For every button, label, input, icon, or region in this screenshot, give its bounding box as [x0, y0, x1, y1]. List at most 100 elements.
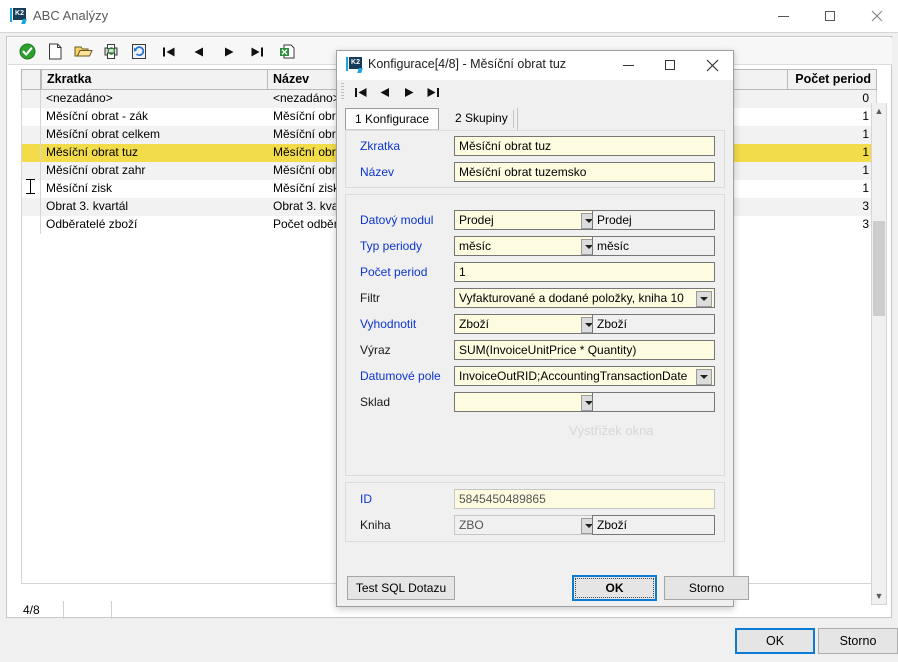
- main-ok-button[interactable]: OK: [735, 628, 815, 654]
- scroll-up-arrow-icon[interactable]: ▲: [872, 103, 886, 119]
- main-minimize-button[interactable]: [760, 0, 806, 32]
- first-record-icon[interactable]: [158, 41, 180, 62]
- scrollbar-thumb[interactable]: [873, 221, 885, 316]
- cell-pocet: 1: [862, 127, 869, 141]
- previous-record-icon[interactable]: [188, 41, 210, 62]
- dialog-ok-button[interactable]: OK: [572, 575, 657, 601]
- identification-panel: Zkratka Měsíční obrat tuz Název Měsíční …: [345, 130, 725, 188]
- minimize-icon: [607, 51, 649, 79]
- dialog-tab-strip: 1 Konfigurace 2 Skupiny: [345, 108, 725, 130]
- grid-header-gutter: [21, 69, 41, 90]
- filtr-combo[interactable]: Vyfakturované a dodané položky, kniha 10: [454, 288, 715, 308]
- datovy-modul-combo[interactable]: Prodej: [454, 210, 600, 230]
- toolbar-gripper[interactable]: [341, 83, 344, 100]
- vyhodnotit-value: Zboží: [459, 317, 490, 331]
- cell-pocet: 1: [862, 109, 869, 123]
- dialog-navigation-toolbar: [337, 80, 733, 104]
- previous-record-icon[interactable]: [373, 83, 396, 101]
- maximize-icon: [649, 51, 691, 79]
- first-record-icon[interactable]: [349, 83, 372, 101]
- test-sql-query-button[interactable]: Test SQL Dotazu: [347, 576, 455, 600]
- k2-logo-icon: K2: [10, 8, 28, 25]
- grid-header-zkratka[interactable]: Zkratka: [41, 69, 268, 90]
- cell-zkratka: Měsíční obrat celkem: [46, 127, 161, 141]
- k2-logo-icon: K2: [346, 57, 364, 76]
- last-record-icon[interactable]: [421, 83, 444, 101]
- typ-periody-combo[interactable]: měsíc: [454, 236, 600, 256]
- datumove-pole-combo[interactable]: InvoiceOutRID;AccountingTransactionDate: [454, 366, 715, 386]
- dialog-minimize-button[interactable]: [607, 51, 649, 79]
- refresh-icon[interactable]: [128, 41, 150, 62]
- tab-skupiny[interactable]: 2 Skupiny: [445, 108, 518, 130]
- label-sklad: Sklad: [360, 395, 391, 409]
- cell-zkratka: Odběratelé zboží: [46, 217, 138, 231]
- confirm-icon[interactable]: [16, 41, 38, 62]
- row-gutter: [22, 90, 41, 108]
- new-document-icon[interactable]: [44, 41, 66, 62]
- label-typ-periody: Typ periody: [360, 239, 423, 253]
- label-datovy-modul: Datový modul: [360, 213, 434, 227]
- row-gutter: [22, 216, 41, 234]
- chevron-down-icon[interactable]: [696, 291, 712, 307]
- cell-pocet: 1: [862, 181, 869, 195]
- close-icon: [691, 51, 733, 79]
- last-record-icon[interactable]: [246, 41, 268, 62]
- sklad-combo[interactable]: [454, 392, 600, 412]
- grid-vertical-scrollbar[interactable]: ▲ ▼: [871, 103, 887, 605]
- main-storno-button[interactable]: Storno: [818, 628, 898, 654]
- dialog-maximize-button[interactable]: [649, 51, 691, 79]
- main-close-button[interactable]: [854, 0, 898, 32]
- row-gutter: [22, 180, 41, 198]
- pocet-period-input[interactable]: 1: [454, 262, 715, 282]
- cell-zkratka: Měsíční obrat - zák: [46, 109, 149, 123]
- datovy-modul-secondary: Prodej: [592, 210, 715, 230]
- typ-periody-value: měsíc: [459, 239, 492, 253]
- vyraz-input[interactable]: SUM(InvoiceUnitPrice * Quantity): [454, 340, 715, 360]
- cell-pocet: 3: [862, 217, 869, 231]
- cell-zkratka: Obrat 3. kvartál: [46, 199, 129, 213]
- tab-konfigurace[interactable]: 1 Konfigurace: [345, 108, 440, 130]
- kniha-value: ZBO: [459, 518, 484, 532]
- label-filtr: Filtr: [360, 291, 380, 305]
- main-titlebar: K2 ABC Analýzy: [0, 0, 898, 33]
- cell-pocet: 1: [862, 145, 869, 159]
- maximize-icon: [807, 0, 853, 32]
- configuration-dialog: K2 Konfigurace[4/8] - Měsíční obrat tuz: [336, 50, 749, 607]
- cell-pocet: 1: [862, 163, 869, 177]
- print-preview-icon[interactable]: [100, 41, 122, 62]
- next-record-icon[interactable]: [218, 41, 240, 62]
- row-gutter: [22, 198, 41, 216]
- grid-header-pocet-period[interactable]: Počet period: [787, 69, 877, 90]
- label-kniha: Kniha: [360, 518, 391, 532]
- datumove-pole-value: InvoiceOutRID;AccountingTransactionDate: [459, 369, 688, 383]
- row-gutter: [22, 126, 41, 144]
- vyhodnotit-combo[interactable]: Zboží: [454, 314, 600, 334]
- tab-separator: [513, 110, 514, 128]
- label-vyhodnotit: Vyhodnotit: [360, 317, 417, 331]
- next-record-icon[interactable]: [397, 83, 420, 101]
- kniha-secondary: Zboží: [592, 515, 715, 535]
- zkratka-input[interactable]: Měsíční obrat tuz: [454, 136, 715, 156]
- statusbar-divider: [63, 601, 64, 619]
- app-title: ABC Analýzy: [33, 8, 109, 23]
- label-nazev: Název: [360, 165, 395, 179]
- main-maximize-button[interactable]: [807, 0, 853, 32]
- chevron-down-icon[interactable]: [696, 369, 712, 385]
- sklad-secondary: [592, 392, 715, 412]
- open-folder-icon[interactable]: [72, 41, 94, 62]
- identifiers-panel: ID 5845450489865 Kniha ZBO Zboží: [345, 482, 725, 542]
- kniha-combo: ZBO: [454, 515, 600, 535]
- cell-pocet: 3: [862, 199, 869, 213]
- cell-pocet: 0: [862, 91, 869, 105]
- cell-zkratka: Měsíční obrat zahr: [46, 163, 146, 177]
- close-icon: [854, 0, 898, 32]
- minimize-icon: [760, 0, 806, 32]
- export-excel-icon[interactable]: [276, 41, 298, 62]
- dialog-close-button[interactable]: [691, 51, 733, 79]
- label-datumove-pole: Datumové pole: [360, 369, 441, 383]
- nazev-input[interactable]: Měsíční obrat tuzemsko: [454, 162, 715, 182]
- dialog-storno-button[interactable]: Storno: [664, 576, 749, 600]
- dialog-title: Konfigurace[4/8] - Měsíční obrat tuz: [368, 57, 567, 71]
- row-gutter: [22, 162, 41, 180]
- cell-zkratka: <nezadáno>: [46, 91, 113, 105]
